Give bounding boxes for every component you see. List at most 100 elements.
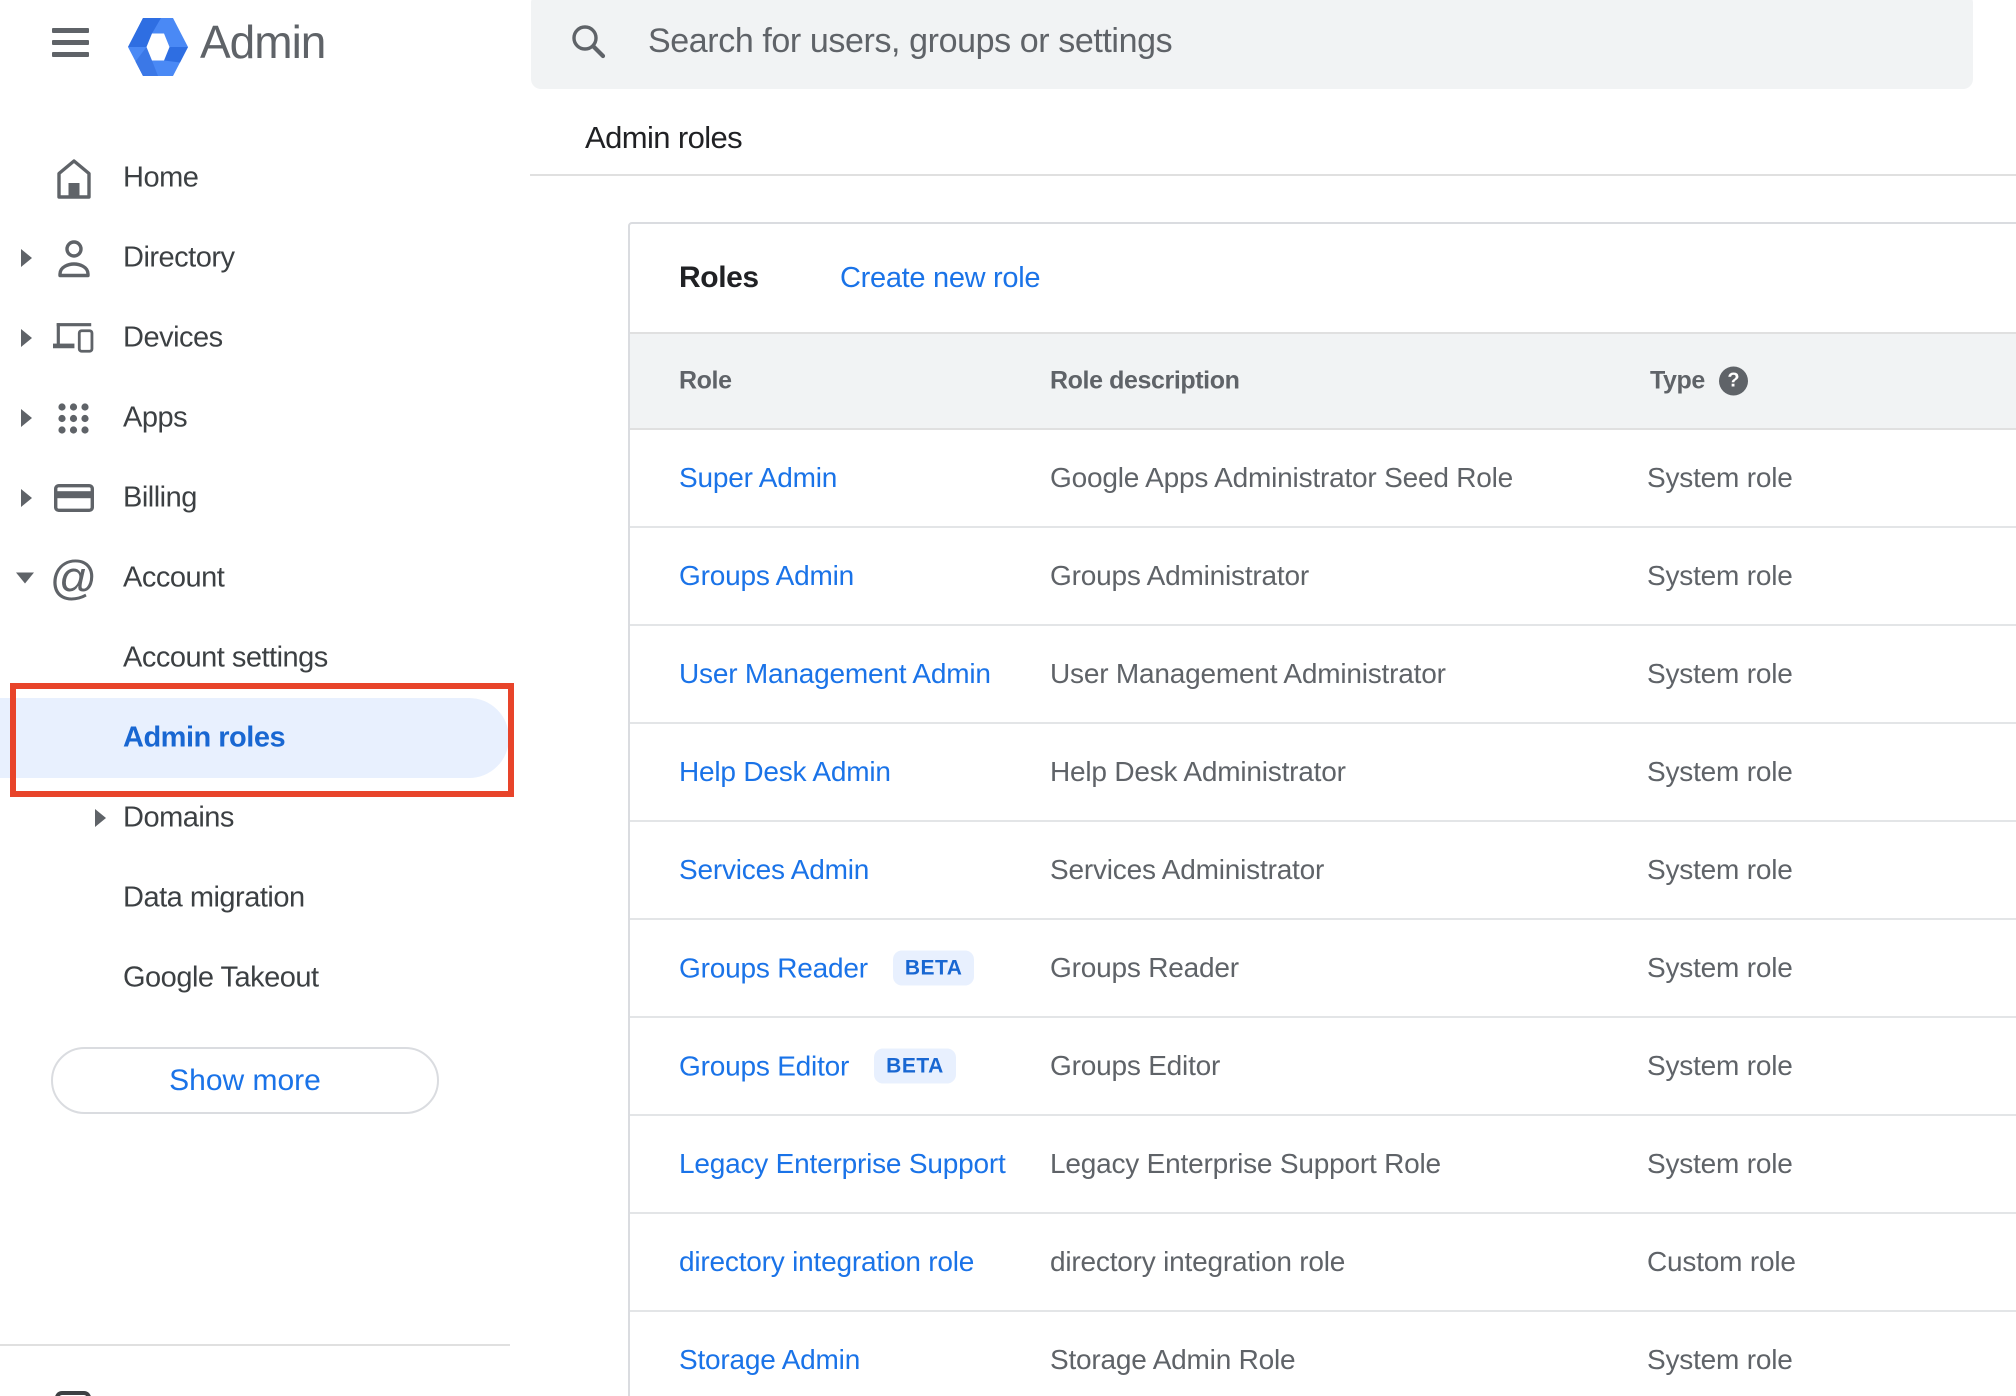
sidebar-item-label: Devices [123,321,223,354]
directory-icon [53,234,94,282]
role-link[interactable]: Services Admin [679,854,869,886]
show-more-button[interactable]: Show more [51,1047,439,1114]
table-row: Storage Admin BETA Storage Admin Role Sy… [630,1312,2016,1396]
role-type-cell: System role [1647,756,1793,787]
role-cell: Groups Admin BETA [679,560,854,592]
role-description-cell: directory integration role [1050,1246,1346,1277]
expand-arrow-icon[interactable] [21,249,32,267]
home-icon [53,154,94,202]
sidebar-item-label: Account settings [123,641,328,674]
search-icon [572,25,606,59]
clipped-sidebar-icon [55,1391,91,1396]
role-link[interactable]: Groups Editor [679,1050,849,1082]
collapse-arrow-icon[interactable] [16,572,34,584]
expand-arrow-icon[interactable] [95,809,106,827]
menu-icon[interactable] [52,28,89,57]
role-cell: directory integration role BETA [679,1246,974,1278]
role-description-cell: Groups Editor [1050,1050,1221,1081]
sidebar-item-google-takeout[interactable]: Google Takeout [0,938,530,1018]
help-icon[interactable]: ? [1719,366,1748,396]
role-type-cell: System role [1647,952,1793,983]
sidebar-item-account[interactable]: @ Account [0,538,530,618]
account-icon: @ [49,551,98,604]
expand-arrow-icon[interactable] [21,329,32,347]
table-row: Groups Reader BETA Groups Reader System … [630,920,2016,1018]
role-link[interactable]: Groups Reader [679,952,868,984]
sidebar-item-label: Home [123,161,199,194]
role-type-cell: System role [1647,462,1793,493]
sidebar-divider [0,1344,510,1346]
role-cell: User Management Admin BETA [679,658,991,690]
role-cell: Legacy Enterprise Support BETA [679,1148,1006,1180]
role-cell: Help Desk Admin BETA [679,756,891,788]
role-description-cell: Storage Admin Role [1050,1344,1296,1375]
role-description-cell: Google Apps Administrator Seed Role [1050,462,1514,493]
role-type-cell: System role [1647,854,1793,885]
sidebar-item-label: Data migration [123,881,305,914]
role-cell: Groups Editor BETA [679,1048,956,1084]
create-new-role-link[interactable]: Create new role [840,262,1041,295]
role-type-cell: System role [1647,1050,1793,1081]
sidebar-item-label: Domains [123,801,234,834]
table-body: Super Admin BETA Google Apps Administrat… [630,430,2016,1396]
table-row: User Management Admin BETA User Manageme… [630,626,2016,724]
role-type-cell: System role [1647,658,1793,689]
role-type-cell: System role [1647,1344,1793,1375]
expand-arrow-icon[interactable] [21,489,32,507]
sidebar-item-home[interactable]: Home [0,138,530,218]
expand-arrow-icon[interactable] [21,409,32,427]
column-header-description: Role description [1050,366,1240,395]
card-title: Roles [679,261,759,294]
role-description-cell: Help Desk Administrator [1050,756,1346,787]
role-type-cell: Custom role [1647,1246,1796,1277]
role-type-cell: System role [1647,1148,1793,1179]
beta-badge: BETA [874,1048,956,1084]
card-header: Roles Create new role [630,224,2016,332]
search-bar[interactable] [531,0,1973,89]
table-header: Role Role description Type ? [630,332,2016,430]
column-header-role: Role [679,366,732,395]
role-description-cell: Services Administrator [1050,854,1325,885]
role-cell: Groups Reader BETA [679,950,975,986]
role-description-cell: Groups Reader [1050,952,1239,983]
table-row: Legacy Enterprise Support BETA Legacy En… [630,1116,2016,1214]
role-cell: Storage Admin BETA [679,1344,860,1376]
devices-icon [53,314,94,362]
sidebar-item-label: Google Takeout [123,961,319,994]
sidebar-item-label: Account [123,561,225,594]
annotation-highlight-box [10,683,514,797]
sidebar: Home Directory Devices Apps Billing @ Ac… [0,138,530,1018]
role-link[interactable]: Legacy Enterprise Support [679,1148,1006,1180]
table-row: directory integration role BETA director… [630,1214,2016,1312]
table-row: Help Desk Admin BETA Help Desk Administr… [630,724,2016,822]
role-link[interactable]: Storage Admin [679,1344,860,1376]
role-link[interactable]: Super Admin [679,462,837,494]
table-row: Services Admin BETA Services Administrat… [630,822,2016,920]
sidebar-item-label: Apps [123,401,188,434]
role-link[interactable]: directory integration role [679,1246,974,1278]
beta-badge: BETA [892,950,975,986]
role-link[interactable]: User Management Admin [679,658,991,690]
sidebar-item-data-migration[interactable]: Data migration [0,858,530,938]
sidebar-item-apps[interactable]: Apps [0,378,530,458]
role-description-cell: User Management Administrator [1050,658,1446,689]
role-description-cell: Groups Administrator [1050,560,1309,591]
search-input[interactable] [648,21,1848,61]
role-description-cell: Legacy Enterprise Support Role [1050,1148,1441,1179]
table-row: Groups Admin BETA Groups Administrator S… [630,528,2016,626]
role-link[interactable]: Groups Admin [679,560,854,592]
column-header-type: Type [1650,366,1705,395]
table-row: Super Admin BETA Google Apps Administrat… [630,430,2016,528]
roles-card: Roles Create new role Role Role descript… [628,222,2016,1396]
sidebar-item-devices[interactable]: Devices [0,298,530,378]
billing-icon [53,474,94,522]
apps-icon [53,394,94,442]
sidebar-item-billing[interactable]: Billing [0,458,530,538]
role-type-cell: System role [1647,560,1793,591]
admin-logo-icon [128,18,188,76]
role-cell: Super Admin BETA [679,462,837,494]
sidebar-item-label: Directory [123,241,235,274]
page-title: Admin roles [585,120,743,155]
role-link[interactable]: Help Desk Admin [679,756,891,788]
sidebar-item-directory[interactable]: Directory [0,218,530,298]
